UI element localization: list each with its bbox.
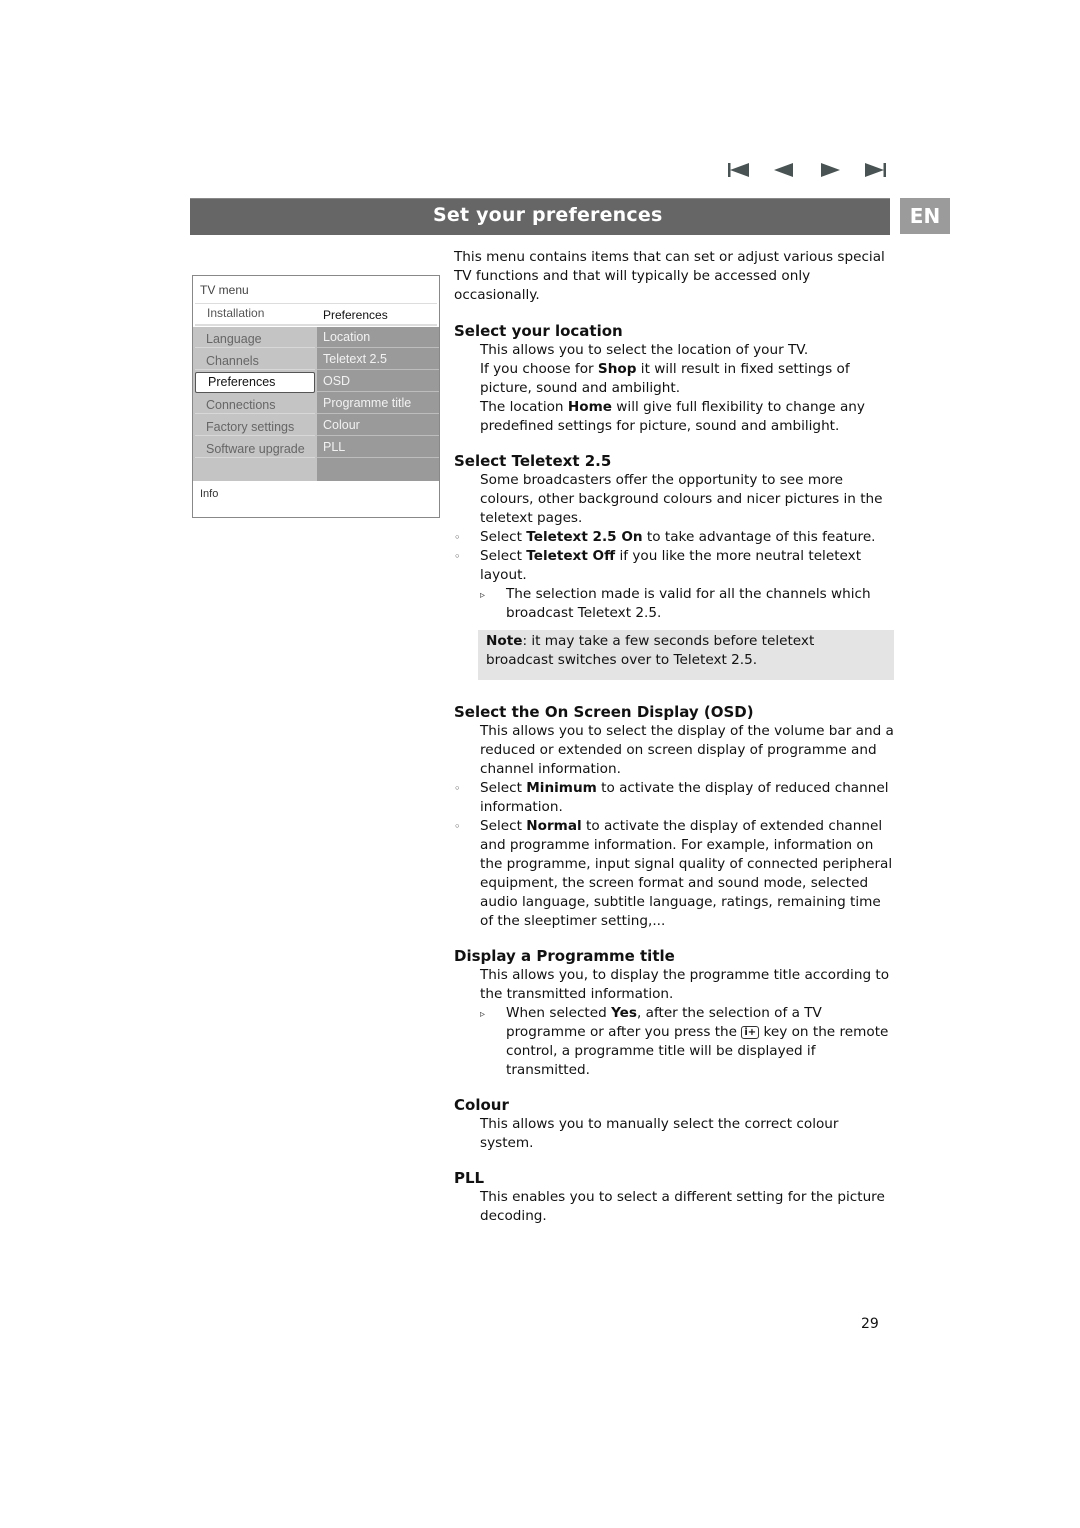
tv-menu-illustration: TV menu Installation Preferences Languag…	[192, 275, 440, 518]
language-tag: EN	[900, 198, 950, 234]
section-heading: Select the On Screen Display (OSD)	[454, 703, 754, 721]
last-page-icon[interactable]	[863, 162, 887, 180]
emphasis: Shop	[597, 361, 637, 377]
menu-item-connections[interactable]: Connections	[195, 393, 315, 414]
bullet-item: ◦ Select Teletext 2.5 On to take advantag…	[454, 528, 894, 547]
bullet-icon: ◦	[454, 782, 461, 795]
result-item: ▹ The selection made is valid for all the…	[454, 585, 894, 623]
submenu-item-pll[interactable]: PLL	[317, 437, 439, 458]
menu-header-installation: Installation	[207, 306, 265, 320]
section-heading: Select your location	[454, 322, 623, 340]
info-key-icon: i+	[741, 1026, 760, 1039]
paragraph: This allows you to select the display of…	[480, 723, 894, 777]
text: If you choose for	[480, 361, 598, 377]
section-colour: Colour This allows you to manually selec…	[454, 1095, 894, 1153]
section-programme-title: Display a Programme title This allows yo…	[454, 946, 894, 1080]
section-heading: Display a Programme title	[454, 947, 675, 965]
paragraph: This enables you to select a different s…	[480, 1189, 885, 1224]
section-pll: PLL This enables you to select a differe…	[454, 1168, 894, 1226]
paragraph: This allows you to manually select the c…	[480, 1116, 839, 1151]
paragraph: This allows you to select the location o…	[480, 342, 809, 358]
divider	[195, 324, 437, 326]
section-heading: Select Teletext 2.5	[454, 452, 612, 470]
menu-item-software-upgrade[interactable]: Software upgrade	[195, 437, 315, 458]
text: When selected	[506, 1005, 612, 1021]
menu-item-language[interactable]: Language	[195, 327, 315, 348]
paragraph: The location Home will give full flexibi…	[454, 398, 894, 436]
note-box: Note: it may take a few seconds before t…	[478, 630, 894, 680]
bullet-icon: ◦	[454, 820, 461, 833]
emphasis: Home	[567, 399, 612, 415]
bullet-item: ◦ Select Minimum to activate the display …	[454, 779, 894, 817]
text: Select	[480, 548, 527, 564]
next-page-icon[interactable]	[818, 162, 842, 180]
emphasis: Normal	[526, 818, 582, 834]
divider	[195, 303, 437, 304]
paragraph: If you choose for Shop it will result in…	[454, 360, 894, 398]
intro-text: This menu contains items that can set or…	[454, 249, 885, 303]
submenu-item-teletext[interactable]: Teletext 2.5	[317, 349, 439, 370]
text: Select	[480, 529, 527, 545]
submenu-item-programme-title[interactable]: Programme title	[317, 393, 439, 414]
text: to take advantage of this feature.	[642, 529, 876, 545]
paragraph: This allows you, to display the programm…	[480, 967, 890, 1002]
page-number: 29	[861, 1316, 879, 1332]
arrow-icon: ▹	[480, 590, 486, 601]
bullet-icon: ◦	[454, 531, 461, 544]
emphasis: Minimum	[526, 780, 597, 796]
section-heading: Colour	[454, 1096, 509, 1114]
page-navigation	[727, 160, 887, 182]
submenu-item-location[interactable]: Location	[317, 327, 439, 348]
note-text: : it may take a few seconds before telet…	[486, 633, 815, 668]
bullet-icon: ◦	[454, 550, 461, 563]
page-title: Set your preferences	[433, 204, 663, 226]
result-item: ▹ When selected Yes, after the selection …	[454, 1004, 894, 1080]
menu-info-label: Info	[200, 488, 219, 500]
text: The location	[480, 399, 568, 415]
manual-content: This menu contains items that can set or…	[454, 248, 894, 1241]
section-osd: Select the On Screen Display (OSD) This …	[454, 702, 894, 931]
menu-item-preferences[interactable]: Preferences	[195, 372, 315, 393]
text: to activate the display of extended chan…	[480, 818, 893, 929]
menu-item-factory-settings[interactable]: Factory settings	[195, 415, 315, 436]
previous-page-icon[interactable]	[772, 162, 796, 180]
bullet-item: ◦ Select Normal to activate the display o…	[454, 817, 894, 931]
note-label: Note	[486, 633, 523, 649]
paragraph: Some broadcasters offer the opportunity …	[480, 472, 883, 526]
section-teletext: Select Teletext 2.5 Some broadcasters of…	[454, 451, 894, 680]
menu-header-preferences: Preferences	[323, 308, 388, 322]
arrow-icon: ▹	[480, 1009, 486, 1020]
text: Select	[480, 818, 527, 834]
text: Select	[480, 780, 527, 796]
emphasis: Teletext Off	[526, 548, 616, 564]
submenu-item-colour[interactable]: Colour	[317, 415, 439, 436]
emphasis: Yes	[611, 1005, 637, 1021]
emphasis: Teletext 2.5 On	[526, 529, 643, 545]
first-page-icon[interactable]	[727, 162, 751, 180]
text: The selection made is valid for all the …	[506, 586, 871, 621]
section-heading: PLL	[454, 1169, 485, 1187]
tv-menu-title: TV menu	[200, 283, 249, 297]
bullet-item: ◦ Select Teletext Off if you like the mor…	[454, 547, 894, 585]
menu-body: Language Channels Preferences Connection…	[193, 327, 439, 481]
submenu-item-osd[interactable]: OSD	[317, 371, 439, 392]
section-location: Select your location This allows you to …	[454, 321, 894, 436]
page-title-bar: Set your preferences	[190, 198, 890, 235]
menu-item-channels[interactable]: Channels	[195, 349, 315, 370]
